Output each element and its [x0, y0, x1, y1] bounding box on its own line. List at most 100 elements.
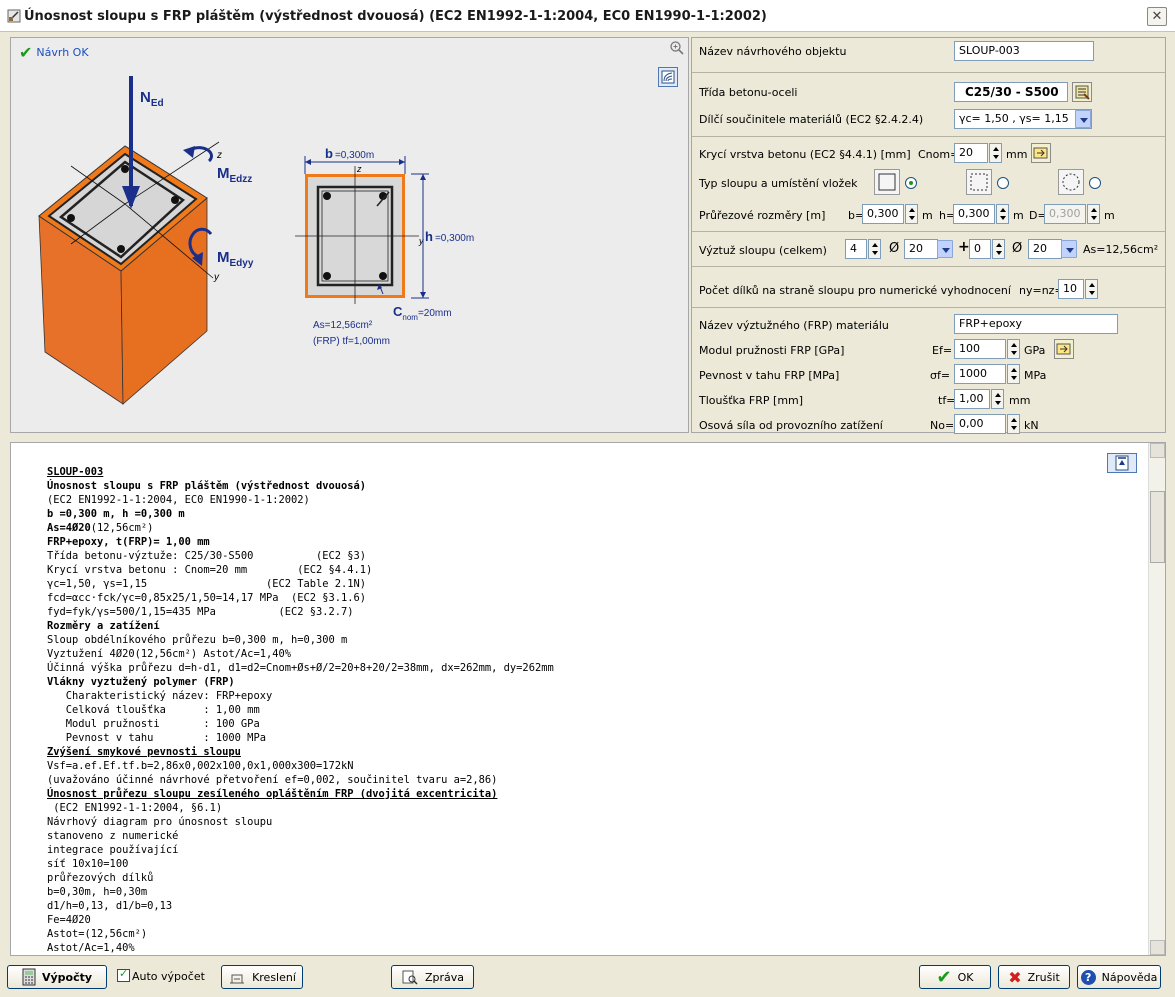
bar-count-2-spinner[interactable]	[992, 239, 1005, 259]
mesh-input[interactable]: 10	[1058, 279, 1084, 299]
frp-name-input[interactable]: FRP+epoxy	[954, 314, 1118, 334]
frp-strength-unit: MPa	[1024, 369, 1047, 382]
frp-strength-input[interactable]: 1000	[954, 364, 1006, 384]
axial-service-spinner[interactable]	[1007, 414, 1020, 434]
width-b-input[interactable]: 0,300	[862, 204, 904, 224]
report-line: integrace používající	[47, 844, 179, 856]
report-scrollbar[interactable]	[1148, 443, 1165, 955]
section-b-label: b	[325, 146, 333, 161]
cover-spinner[interactable]	[989, 143, 1002, 163]
bar-diameter-2-select[interactable]: 20	[1028, 239, 1062, 259]
bar-diameter-2-dropdown[interactable]	[1061, 240, 1077, 258]
report-line: Vlákny vyztužený polymer (FRP)	[47, 676, 235, 688]
type-rect-corner-radio[interactable]	[905, 177, 917, 189]
separator	[692, 72, 1165, 73]
rotate-view-button[interactable]	[658, 67, 678, 87]
calculations-button[interactable]: Výpočty	[7, 965, 107, 989]
calculations-label: Výpočty	[41, 970, 93, 984]
report-line: Únosnost průřezu sloupu zesíleného opláš…	[47, 788, 498, 800]
material-factors-dropdown[interactable]	[1075, 110, 1091, 128]
svg-text:b=0,300m: b =0,300m	[325, 146, 374, 161]
column-3d-view: NEd MEdzz MEdyy z y	[38, 76, 254, 405]
cover-input[interactable]: 20	[954, 143, 988, 163]
report-line: Vsf=a.ef.Ef.tf.b=2,86x0,002x100,0x1,000x…	[47, 760, 354, 772]
frp-thickness-spinner[interactable]	[991, 389, 1004, 409]
report-panel[interactable]: SLOUP-003 Únosnost sloupu s FRP pláštěm (…	[10, 442, 1166, 956]
object-name-input[interactable]: SLOUP-003	[954, 41, 1094, 61]
frp-modulus-unit: GPa	[1024, 344, 1046, 357]
axial-service-unit: kN	[1024, 419, 1039, 432]
axis-z-3d: z	[216, 150, 222, 161]
drawing-button[interactable]: Kreslení	[221, 965, 303, 989]
scroll-to-top-button[interactable]	[1107, 453, 1137, 473]
frp-modulus-spinner[interactable]	[1007, 339, 1020, 359]
axial-service-prefix: No=	[930, 419, 955, 432]
report-line: (uvažováno účinné návrhové přetvoření ef…	[47, 774, 498, 786]
help-button[interactable]: ? Nápověda	[1077, 965, 1161, 989]
cross-icon: ✖	[1008, 967, 1022, 987]
bar-diameter-1-select[interactable]: 20	[904, 239, 938, 259]
bar-diameter-1-dropdown[interactable]	[937, 240, 953, 258]
report-line: Charakteristický název: FRP+epoxy	[47, 690, 273, 702]
mesh-spinner[interactable]	[1085, 279, 1098, 299]
window-title: Únosnost sloupu s FRP pláštěm (výstředno…	[24, 9, 767, 24]
bar-count-2-input[interactable]: 0	[969, 239, 991, 259]
report-line: Pevnost v tahu : 1000 MPa	[47, 732, 266, 744]
report-line: Vyztužení 4Ø20(12,56cm²) Astot/Ac=1,40%	[47, 648, 291, 660]
report-line: Krycí vrstva betonu : Cnom=20 mm (EC2 §4…	[47, 564, 373, 576]
type-circular[interactable]	[1058, 169, 1084, 195]
report-line: b=0,30m, h=0,30m	[47, 886, 148, 898]
scroll-up-arrow[interactable]	[1150, 443, 1165, 458]
ok-label: OK	[957, 970, 974, 984]
width-b-spinner[interactable]	[905, 204, 918, 224]
cover-help-button[interactable]	[1031, 143, 1051, 163]
rotate-view-icon	[661, 70, 675, 84]
separator	[692, 266, 1165, 267]
bar-count-1-spinner[interactable]	[868, 239, 881, 259]
axial-service-input[interactable]: 0,00	[954, 414, 1006, 434]
axial-force-sub: Ed	[151, 98, 164, 109]
scroll-thumb[interactable]	[1150, 491, 1165, 563]
cancel-label: Zrušit	[1027, 970, 1060, 984]
height-h-input[interactable]: 0,300	[953, 204, 995, 224]
moment-z-sub: Edzz	[230, 174, 253, 185]
concrete-class-field[interactable]: C25/30 - S500	[954, 82, 1068, 102]
ok-button[interactable]: ✔ OK	[919, 965, 991, 989]
cancel-button[interactable]: ✖ Zrušit	[998, 965, 1070, 989]
material-library-button[interactable]	[1072, 82, 1092, 102]
library-icon	[1075, 85, 1090, 100]
reinforcement-area: As=12,56cm²	[1083, 243, 1159, 256]
frp-strength-spinner[interactable]	[1007, 364, 1020, 384]
pointer-hand-icon	[1033, 147, 1048, 159]
report-line: b =0,300 m, h =0,300 m	[47, 508, 185, 520]
type-rect-corner-bars[interactable]	[874, 169, 900, 195]
report-line: Únosnost sloupu s FRP pláštěm (výstředno…	[47, 480, 367, 492]
scroll-down-arrow[interactable]	[1150, 940, 1165, 955]
type-rect-perimeter-radio[interactable]	[997, 177, 1009, 189]
report-line: (EC2 EN1992-1-1:2004, EC0 EN1990-1-1:200…	[47, 494, 310, 506]
type-rect-perimeter-bars[interactable]	[966, 169, 992, 195]
concrete-class-label: Třída betonu-oceli	[699, 86, 798, 99]
frp-modulus-label: Modul pružnosti FRP [GPa]	[699, 344, 845, 357]
frp-thickness-input[interactable]: 1,00	[954, 389, 990, 409]
check-icon: ✔	[936, 966, 952, 988]
zoom-icon[interactable]	[669, 40, 685, 56]
help-label: Nápověda	[1101, 970, 1158, 984]
material-factors-select[interactable]: γc= 1,50 , γs= 1,15	[954, 109, 1092, 129]
rect-corner-icon	[878, 173, 896, 191]
frp-library-button[interactable]	[1054, 339, 1074, 359]
bar-count-1-input[interactable]: 4	[845, 239, 867, 259]
report-line: γc=1,50, γs=1,15 (EC2 Table 2.1N)	[47, 578, 367, 590]
height-h-spinner[interactable]	[996, 204, 1009, 224]
frp-modulus-input[interactable]: 100	[954, 339, 1006, 359]
auto-calc-checkbox[interactable]	[117, 967, 130, 982]
reinforcement-label: Výztuž sloupu (celkem)	[699, 244, 827, 257]
section-axis-z: z	[356, 164, 362, 174]
type-circular-radio[interactable]	[1089, 177, 1101, 189]
report-button[interactable]: Zpráva	[391, 965, 474, 989]
mesh-prefix: ny=nz=	[1019, 284, 1064, 297]
close-button[interactable]: ✕	[1147, 7, 1167, 26]
moment-y-label: M	[217, 249, 230, 266]
app-icon	[7, 9, 21, 23]
section-c-sub: nom	[402, 313, 418, 322]
